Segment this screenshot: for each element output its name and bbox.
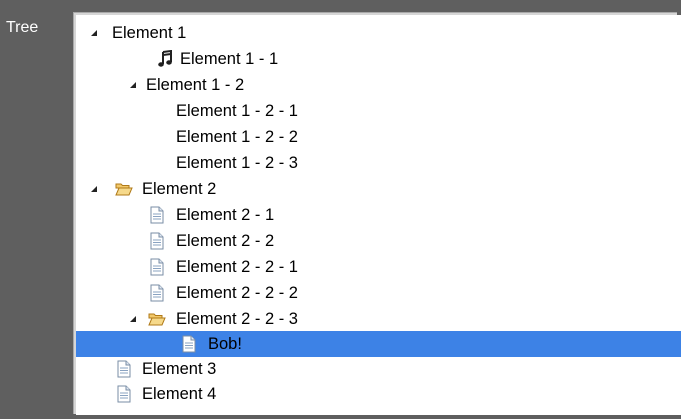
tree-row-element-2-2-1[interactable]: Element 2 - 2 - 1 xyxy=(76,254,681,280)
tree-row-element-2-2-3[interactable]: Element 2 - 2 - 3 xyxy=(76,306,681,332)
tree-row-label: Element 1 - 1 xyxy=(180,50,279,68)
tree-label: Tree xyxy=(6,19,39,36)
document-icon xyxy=(117,385,131,403)
tree-row-label: Element 1 xyxy=(112,24,187,42)
tree-row-label: Element 2 - 2 - 1 xyxy=(176,258,298,276)
expanded-triangle-icon[interactable] xyxy=(89,28,99,38)
tree-row-element-1-2-1[interactable]: Element 1 - 2 - 1 xyxy=(76,98,681,124)
tree-view[interactable]: Element 1 Element 1 - 1 Element 1 - 2 El… xyxy=(76,15,681,415)
expanded-triangle-icon[interactable] xyxy=(128,80,138,90)
tree-row-element-2-1[interactable]: Element 2 - 1 xyxy=(76,202,681,228)
tree-row-element-2[interactable]: Element 2 xyxy=(76,176,681,202)
tree-row-label: Element 2 - 1 xyxy=(176,206,275,224)
tree-row-element-4[interactable]: Element 4 xyxy=(76,381,681,407)
document-icon xyxy=(150,232,164,250)
folder-open-icon xyxy=(115,183,133,196)
tree-row-element-3[interactable]: Element 3 xyxy=(76,356,681,382)
tree-row-label: Element 2 - 2 - 2 xyxy=(176,284,298,302)
window: Tree Element 1 Element 1 - 1 Element 1 -… xyxy=(0,0,681,419)
tree-row-element-1-2-3[interactable]: Element 1 - 2 - 3 xyxy=(76,150,681,176)
tree-row-label: Element 4 xyxy=(142,385,217,403)
tree-row-element-1[interactable]: Element 1 xyxy=(76,20,681,46)
tree-row-label: Element 2 - 2 - 3 xyxy=(176,310,298,328)
tree-row-element-1-2[interactable]: Element 1 - 2 xyxy=(76,72,681,98)
tree-row-label: Element 3 xyxy=(142,360,217,378)
tree-row-label: Bob! xyxy=(208,335,242,353)
document-icon xyxy=(150,206,164,224)
folder-open-icon xyxy=(148,313,166,326)
document-icon xyxy=(150,258,164,276)
tree-row-label: Element 1 - 2 - 2 xyxy=(176,128,298,146)
tree-row-label: Element 2 - 2 xyxy=(176,232,275,250)
document-icon xyxy=(150,284,164,302)
music-note-icon xyxy=(158,50,172,67)
expanded-triangle-icon[interactable] xyxy=(89,184,99,194)
document-icon xyxy=(117,360,131,378)
tree-row-element-2-2-2[interactable]: Element 2 - 2 - 2 xyxy=(76,280,681,306)
expanded-triangle-icon[interactable] xyxy=(128,314,138,324)
tree-row-element-2-2[interactable]: Element 2 - 2 xyxy=(76,228,681,254)
tree-row-element-1-1[interactable]: Element 1 - 1 xyxy=(76,46,681,72)
tree-row-label: Element 1 - 2 xyxy=(146,76,245,94)
tree-row-label: Element 1 - 2 - 3 xyxy=(176,154,298,172)
document-icon xyxy=(182,335,196,353)
tree-row-bob[interactable]: Bob! xyxy=(76,331,681,357)
tree-row-element-1-2-2[interactable]: Element 1 - 2 - 2 xyxy=(76,124,681,150)
tree-row-label: Element 2 xyxy=(142,180,217,198)
tree-row-label: Element 1 - 2 - 1 xyxy=(176,102,298,120)
